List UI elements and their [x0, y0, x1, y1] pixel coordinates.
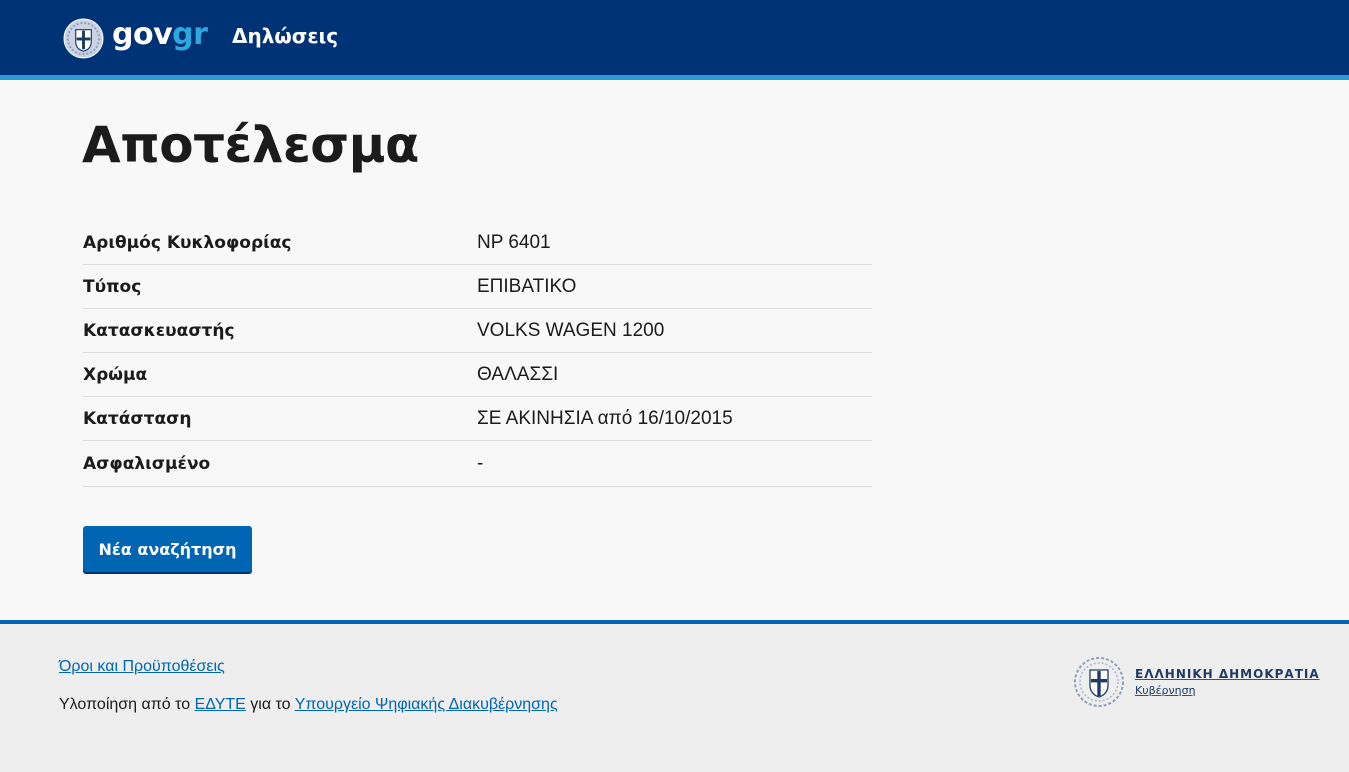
- edyte-link[interactable]: ΕΔΥΤΕ: [195, 696, 246, 713]
- result-value: ΘΑΛΑΣΣΙ: [477, 363, 559, 385]
- greek-coat-of-arms-icon: [63, 17, 104, 59]
- result-label: Κατασκευαστής: [83, 320, 235, 341]
- gov-logo-subtitle: Κυβέρνηση: [1135, 684, 1196, 697]
- govgr-home-link[interactable]: govgr: [63, 17, 208, 59]
- logo-gov: gov: [112, 17, 173, 52]
- result-value: ΝΡ 6401: [477, 231, 551, 253]
- new-search-button[interactable]: Νέα αναζήτηση: [83, 526, 252, 572]
- results-list: Αριθμός Κυκλοφορίας ΝΡ 6401 Τύπος ΕΠΙΒΑΤ…: [83, 221, 872, 487]
- logo-gr: gr: [172, 17, 208, 52]
- result-row-status: Κατάσταση ΣΕ ΑΚΙΝΗΣΙΑ από 16/10/2015: [83, 397, 872, 441]
- result-row-type: Τύπος ΕΠΙΒΑΤΙΚΟ: [83, 265, 872, 309]
- result-label: Ασφαλισμένο: [83, 453, 211, 474]
- terms-link[interactable]: Όροι και Προϋποθέσεις: [59, 658, 225, 676]
- page-title: Αποτέλεσμα: [82, 116, 419, 174]
- credits-middle: για το: [245, 696, 295, 713]
- credits-text: Υλοποίηση από το ΕΔΥΤΕ για το Υπουργείο …: [59, 696, 558, 714]
- govgr-logo-text: govgr: [112, 17, 208, 52]
- gov-logo-title: ΕΛΛΗΝΙΚΗ ΔΗΜΟΚΡΑΤΙΑ: [1135, 667, 1320, 681]
- site-header: govgr Δηλώσεις: [0, 0, 1349, 75]
- result-value: ΕΠΙΒΑΤΙΚΟ: [477, 275, 577, 297]
- result-value: VOLKS WAGEN 1200: [477, 319, 665, 341]
- result-row-plate: Αριθμός Κυκλοφορίας ΝΡ 6401: [83, 221, 872, 265]
- result-value: ΣΕ ΑΚΙΝΗΣΙΑ από 16/10/2015: [477, 407, 733, 429]
- service-title-link[interactable]: Δηλώσεις: [232, 24, 338, 48]
- result-label: Χρώμα: [83, 364, 148, 385]
- result-row-insured: Ασφαλισμένο -: [83, 441, 872, 487]
- result-row-color: Χρώμα ΘΑΛΑΣΣΙ: [83, 353, 872, 397]
- site-footer: Όροι και Προϋποθέσεις Υλοποίηση από το Ε…: [0, 620, 1349, 772]
- header-stripe: [0, 75, 1349, 80]
- hellenic-republic-logo[interactable]: ΕΛΛΗΝΙΚΗ ΔΗΜΟΚΡΑΤΙΑ Κυβέρνηση: [1073, 656, 1320, 708]
- credits-prefix: Υλοποίηση από το: [59, 696, 195, 713]
- result-label: Τύπος: [83, 276, 142, 297]
- result-row-manufacturer: Κατασκευαστής VOLKS WAGEN 1200: [83, 309, 872, 353]
- result-label: Κατάσταση: [83, 408, 192, 429]
- greek-coat-of-arms-icon: [1074, 657, 1124, 707]
- result-label: Αριθμός Κυκλοφορίας: [83, 232, 292, 253]
- ministry-link[interactable]: Υπουργείο Ψηφιακής Διακυβέρνησης: [295, 696, 558, 713]
- result-value: -: [477, 452, 484, 474]
